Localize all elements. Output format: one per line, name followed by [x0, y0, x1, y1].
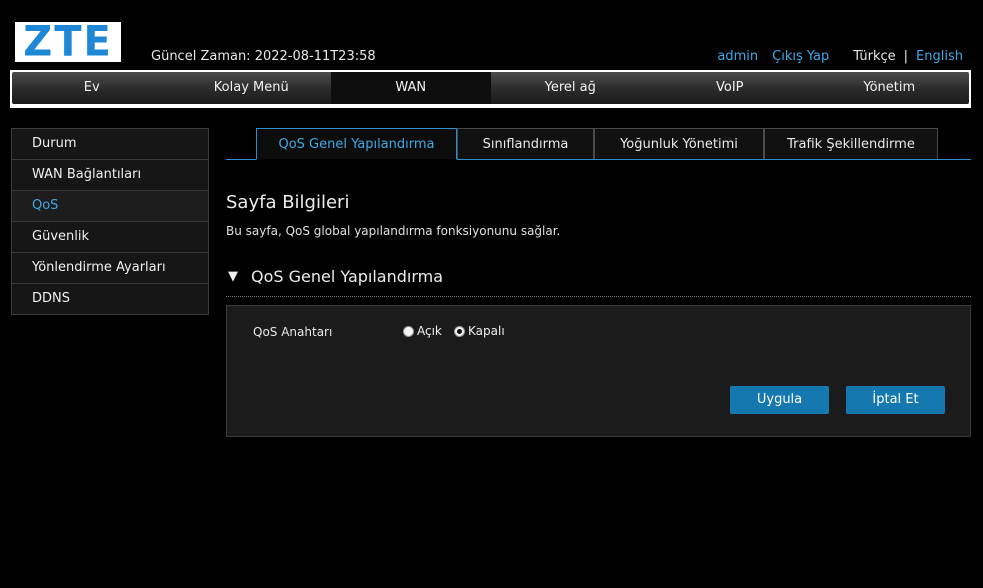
collapse-arrow-icon[interactable]: ▼ [228, 269, 238, 284]
current-time: Güncel Zaman: 2022-08-11T23:58 [151, 49, 376, 64]
sidebar-item-durum[interactable]: Durum [12, 129, 208, 160]
sidebar-item-yonlendirme-ayarlari[interactable]: Yönlendirme Ayarları [12, 253, 208, 284]
sidebar-item-wan-baglantilari[interactable]: WAN Bağlantıları [12, 160, 208, 191]
main-nav: Ev Kolay Menü WAN Yerel ağ VoIP Yönetim [12, 72, 969, 104]
tab-qos-genel[interactable]: QoS Genel Yapılandırma [256, 128, 457, 160]
sidebar-item-guvenlik[interactable]: Güvenlik [12, 222, 208, 253]
top-links: admin Çıkış Yap Türkçe | English [717, 49, 963, 64]
nav-item-yerel-ag[interactable]: Yerel ağ [491, 72, 651, 104]
qos-off-label: Kapalı [468, 324, 505, 338]
logout-link[interactable]: Çıkış Yap [772, 49, 829, 64]
qos-config-panel: QoS Anahtarı Açık Kapalı Uygula İptal Et [226, 305, 971, 437]
tab-yogunluk-yonetimi[interactable]: Yoğunluk Yönetimi [594, 128, 764, 159]
sidebar-item-ddns[interactable]: DDNS [12, 284, 208, 314]
nav-item-yonetim[interactable]: Yönetim [810, 72, 970, 104]
nav-item-ev[interactable]: Ev [12, 72, 172, 104]
main-nav-frame: Ev Kolay Menü WAN Yerel ağ VoIP Yönetim [10, 70, 971, 108]
page-description: Bu sayfa, QoS global yapılandırma fonksi… [226, 224, 561, 238]
nav-item-voip[interactable]: VoIP [650, 72, 810, 104]
radio-circle-icon[interactable] [403, 325, 414, 337]
nav-item-wan[interactable]: WAN [331, 72, 491, 104]
tab-siniflandirma[interactable]: Sınıflandırma [457, 128, 594, 159]
sidebar: Durum WAN Bağlantıları QoS Güvenlik Yönl… [11, 128, 209, 315]
qos-on-radio[interactable]: Açık [403, 324, 442, 338]
language-current: Türkçe [853, 49, 896, 64]
page-title: Sayfa Bilgileri [226, 192, 350, 213]
apply-button[interactable]: Uygula [730, 386, 829, 414]
section-header[interactable]: ▼ QoS Genel Yapılandırma [226, 266, 971, 297]
language-english-link[interactable]: English [916, 49, 963, 64]
tab-trafik-sekillendirme[interactable]: Trafik Şekillendirme [764, 128, 938, 159]
qos-off-radio[interactable]: Kapalı [454, 324, 505, 338]
nav-item-kolay-menu[interactable]: Kolay Menü [172, 72, 332, 104]
language-separator: | [903, 49, 909, 64]
qos-on-label: Açık [417, 324, 442, 338]
section-title: QoS Genel Yapılandırma [251, 267, 444, 286]
zte-logo: ZTE [15, 17, 121, 67]
sidebar-item-qos[interactable]: QoS [12, 191, 208, 222]
logo-text: ZTE [23, 17, 113, 67]
tab-bar: QoS Genel Yapılandırma Sınıflandırma Yoğ… [226, 128, 971, 160]
radio-selected-icon[interactable] [454, 325, 465, 337]
qos-switch-label: QoS Anahtarı [253, 325, 333, 339]
user-link[interactable]: admin [717, 49, 758, 64]
cancel-button[interactable]: İptal Et [846, 386, 945, 414]
